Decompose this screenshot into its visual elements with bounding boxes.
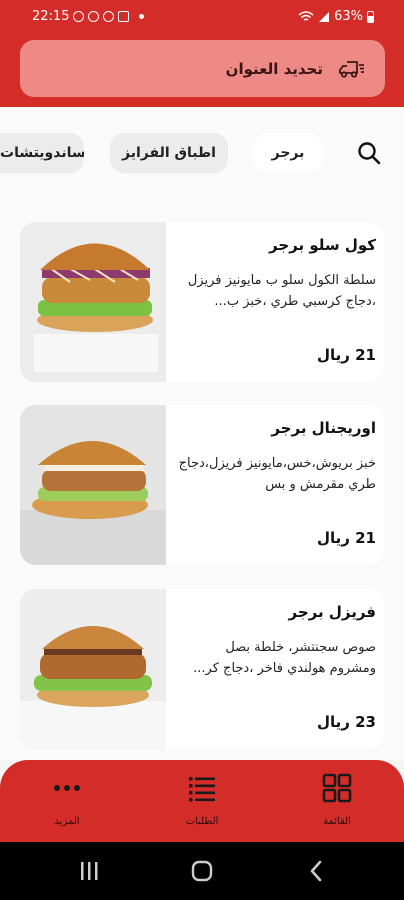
message-icon — [118, 11, 130, 22]
bottom-navigation: القائمة الطلبات المزيد — [0, 760, 404, 842]
product-info: فريزل برجر صوص سجنتشر، خلطة بصل ومشروم ه… — [172, 589, 376, 749]
instagram-icon — [88, 11, 100, 22]
nav-item-more[interactable]: المزيد — [32, 772, 102, 834]
nav-label: القائمة — [323, 816, 351, 827]
nav-item-menu[interactable]: القائمة — [302, 772, 372, 834]
product-description: خبز بريوش،خس،مايونيز فريزل،دجاج طري مقرم… — [178, 456, 376, 492]
signal-icon — [319, 11, 330, 22]
whatsapp-icon — [103, 11, 115, 22]
product-description: سلطة الكول سلو ب مايونيز فريزل ،دجاج كرس… — [187, 273, 376, 309]
status-right: 63% — [298, 9, 374, 24]
product-name: فريزل برجر — [288, 603, 376, 621]
product-price: 21 ريال — [316, 529, 376, 547]
product-info: اوريجنال برجر خبز بريوش،خس،مايونيز فريزل… — [172, 405, 376, 565]
product-image — [20, 222, 166, 382]
system-navigation-bar — [0, 842, 404, 900]
dot-icon — [139, 14, 145, 19]
product-price: 23 ريال — [316, 713, 376, 731]
product-image — [20, 405, 166, 565]
home-icon[interactable] — [191, 860, 213, 882]
battery-percent: 63% — [334, 9, 363, 24]
nav-label: الطلبات — [185, 816, 219, 827]
product-card[interactable]: اوريجنال برجر خبز بريوش،خس،مايونيز فريزل… — [20, 405, 384, 565]
category-label: برجر — [271, 145, 305, 161]
battery-icon — [367, 10, 374, 23]
grid-icon — [322, 773, 352, 803]
product-description: صوص سجنتشر، خلطة بصل ومشروم هولندي فاخر … — [193, 640, 376, 676]
product-card[interactable]: كول سلو برجر سلطة الكول سلو ب مايونيز فر… — [20, 222, 384, 382]
status-left: 22:15 — [32, 9, 145, 24]
more-dots-icon — [54, 785, 80, 791]
product-price: 21 ريال — [316, 346, 376, 364]
status-bar: 22:15 63% — [0, 0, 404, 34]
product-card[interactable]: فريزل برجر صوص سجنتشر، خلطة بصل ومشروم ه… — [20, 589, 384, 749]
category-bar: برجر اطباق الفرايز الساندويتشات — [0, 127, 404, 177]
nav-label: المزيد — [54, 816, 80, 827]
status-time: 22:15 — [32, 9, 70, 24]
category-chip-fries[interactable]: اطباق الفرايز — [110, 133, 228, 173]
list-icon — [189, 777, 215, 802]
product-info: كول سلو برجر سلطة الكول سلو ب مايونيز فر… — [172, 222, 376, 382]
product-name: اوريجنال برجر — [271, 419, 376, 437]
product-name: كول سلو برجر — [269, 236, 376, 254]
app-header: 22:15 63% تحديد العنوان — [0, 0, 404, 107]
wifi-icon — [298, 10, 314, 21]
nav-item-orders[interactable]: الطلبات — [167, 772, 237, 834]
notification-icon — [73, 11, 85, 22]
address-label: تحديد العنوان — [225, 59, 323, 78]
category-label: اطباق الفرايز — [122, 145, 216, 161]
delivery-truck-icon — [339, 60, 364, 78]
category-chip-burger[interactable]: برجر — [253, 133, 323, 173]
menu-content: برجر اطباق الفرايز الساندويتشات كول سلو … — [0, 107, 404, 760]
product-image — [20, 589, 166, 749]
category-label: الساندويتشات — [0, 145, 84, 161]
search-icon[interactable] — [356, 140, 382, 166]
back-icon[interactable] — [306, 860, 328, 882]
recent-apps-icon[interactable] — [78, 860, 100, 882]
set-address-button[interactable]: تحديد العنوان — [20, 40, 385, 97]
category-chip-sandwiches[interactable]: الساندويتشات — [0, 133, 84, 173]
